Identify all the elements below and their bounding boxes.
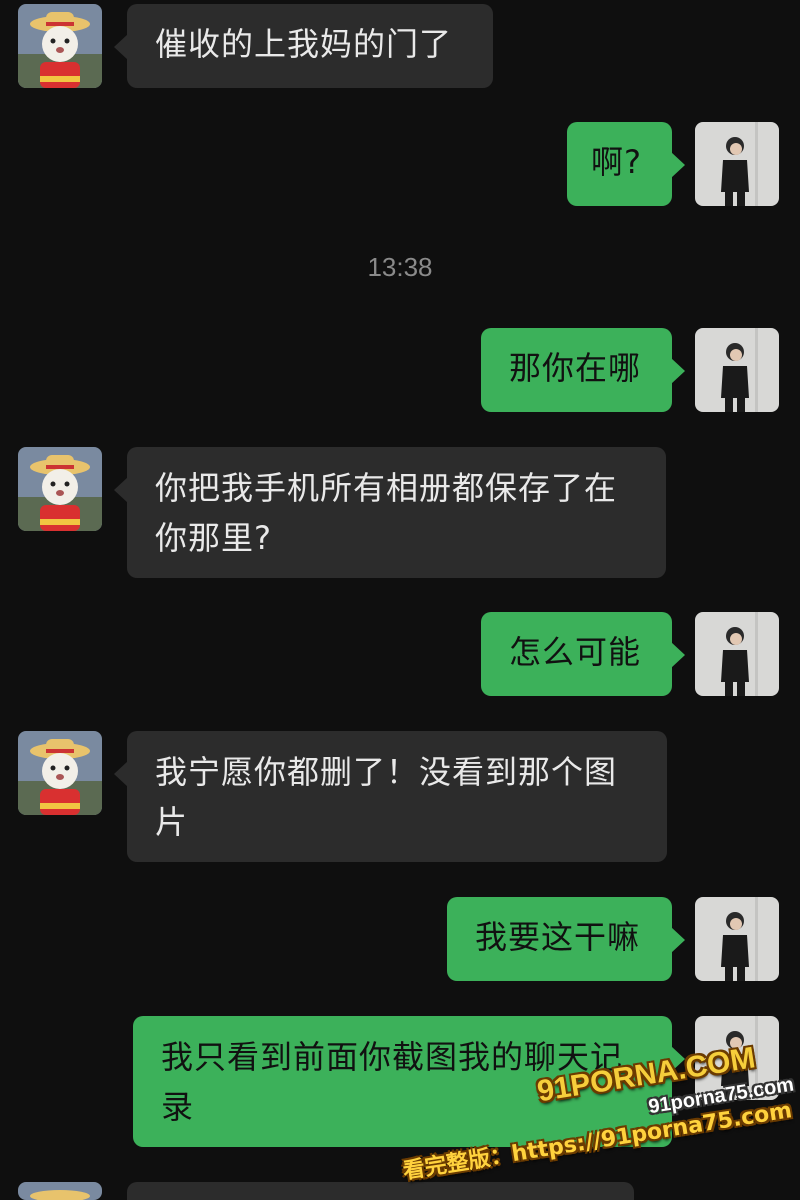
person-avatar-icon bbox=[695, 122, 779, 206]
message-bubble-outgoing[interactable]: 那你在哪 bbox=[481, 328, 685, 412]
message-timestamp: 13:38 bbox=[367, 252, 433, 282]
self-avatar[interactable] bbox=[695, 612, 779, 696]
message-bubble-incoming[interactable]: 我宁愿你都删了！没看到那个图片 bbox=[114, 731, 667, 862]
message-text: 啊? bbox=[591, 143, 642, 181]
message-bubble-outgoing[interactable]: 啊? bbox=[567, 122, 685, 206]
message-text: 那你在哪 bbox=[509, 349, 642, 387]
message-text: 我宁愿你都删了！没看到那个图片 bbox=[155, 753, 618, 841]
person-avatar-icon bbox=[695, 897, 779, 981]
contact-avatar[interactable] bbox=[18, 4, 102, 88]
person-avatar-icon bbox=[695, 612, 779, 696]
cat-avatar-icon bbox=[18, 447, 102, 531]
contact-avatar[interactable] bbox=[18, 447, 102, 531]
self-avatar[interactable] bbox=[695, 897, 779, 981]
message-bubble-incoming[interactable]: 催收的上我妈的门了 bbox=[114, 4, 493, 88]
self-avatar[interactable] bbox=[695, 328, 779, 412]
message-bubble-outgoing[interactable]: 怎么可能 bbox=[481, 612, 685, 696]
cat-avatar-icon bbox=[18, 731, 102, 815]
message-text: 催收的上我妈的门了 bbox=[155, 25, 453, 63]
message-text: 怎么可能 bbox=[509, 633, 642, 671]
person-avatar-icon bbox=[695, 328, 779, 412]
contact-avatar[interactable] bbox=[18, 1182, 102, 1200]
chat-screen: 催收的上我妈的门了 啊? 13:38 那你在哪 你把我手机所有相册都保存了在你那… bbox=[0, 0, 800, 1200]
cat-avatar-icon bbox=[18, 1182, 102, 1200]
message-text: 我要这干嘛 bbox=[475, 918, 641, 956]
message-bubble-outgoing[interactable]: 我要这干嘛 bbox=[447, 897, 685, 981]
contact-avatar[interactable] bbox=[18, 731, 102, 815]
self-avatar[interactable] bbox=[695, 122, 779, 206]
message-bubble-incoming[interactable]: 你把我手机所有相册都保存了在你那里? bbox=[114, 447, 666, 578]
message-text: 你把我手机所有相册都保存了在你那里? bbox=[155, 469, 618, 557]
cat-avatar-icon bbox=[18, 4, 102, 88]
